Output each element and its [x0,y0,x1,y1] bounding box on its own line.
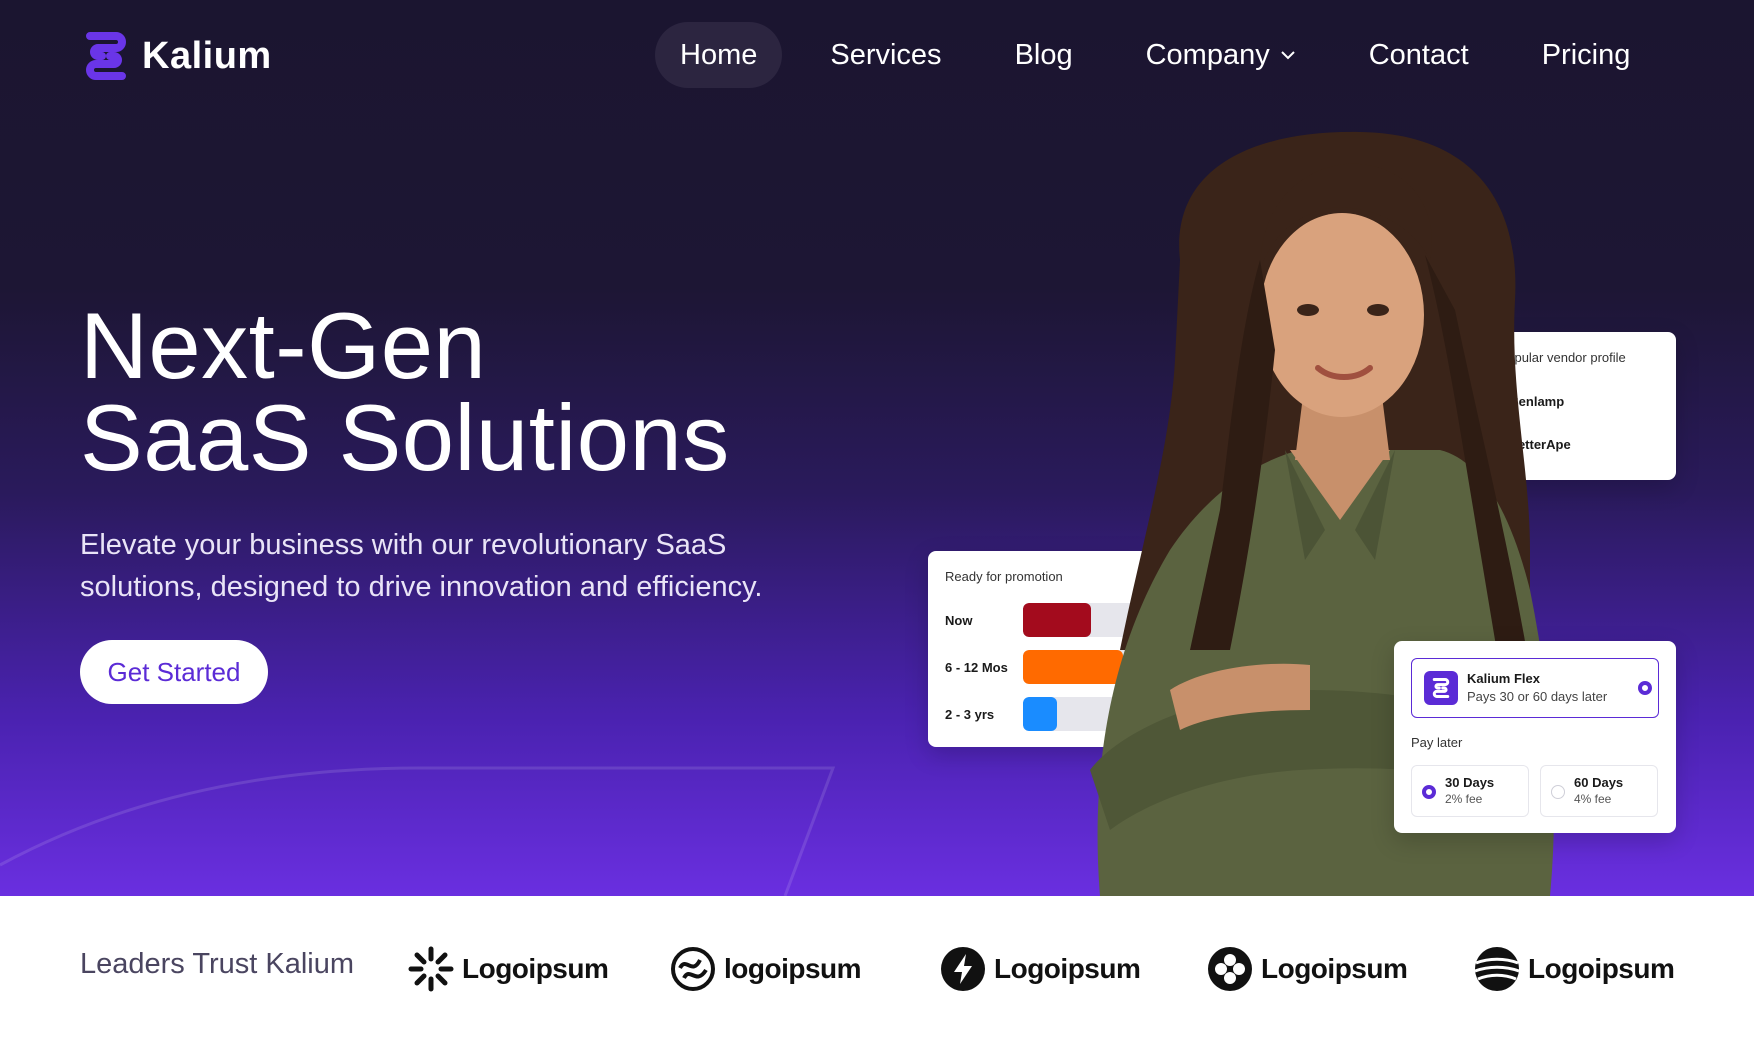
partner-logo: Logoipsum [1207,946,1408,992]
nav-label: Pricing [1541,39,1631,71]
partner-logo-text: Logoipsum [1261,953,1408,984]
main-nav: Home Services Blog Company Contact Prici… [655,22,1655,88]
partner-logo-text: Logoipsum [1528,953,1675,984]
nav-item-contact[interactable]: Contact [1344,22,1494,88]
radio-selected[interactable] [1638,681,1652,695]
wave-circle-icon [671,947,715,991]
option-fee: 2% fee [1445,792,1483,806]
nav-item-company[interactable]: Company [1121,22,1321,88]
partner-logo: Logoipsum [940,946,1141,992]
partner-logo-text: logoipsum [724,953,862,984]
promo-row-label: Now [945,613,973,628]
flex-plan-option[interactable]: Kalium Flex Pays 30 or 60 days later [1411,658,1659,718]
flex-plan-name: Kalium Flex [1467,671,1540,686]
nav-label: Company [1145,39,1270,71]
nav-item-home[interactable]: Home [655,22,783,88]
nav-item-pricing[interactable]: Pricing [1517,22,1656,88]
logo-text: Kalium [142,34,272,77]
hero-title: Next-Gen SaaS Solutions [80,293,730,490]
nav-item-blog[interactable]: Blog [990,22,1098,88]
globe-stripes-icon [1474,947,1520,991]
hero-title-line2: SaaS Solutions [80,385,730,490]
partner-logo-text: Logoipsum [462,953,609,984]
clover-circle-icon [1208,947,1252,991]
partner-logo: Logoipsum [1474,946,1675,992]
promo-row-label: 2 - 3 yrs [945,707,995,722]
option-30-days[interactable]: 30 Days 2% fee [1411,765,1529,817]
chevron-down-icon [1281,51,1295,60]
partner-logo-text: Logoipsum [994,953,1141,984]
get-started-button[interactable]: Get Started [80,640,268,704]
nav-label: Home [680,39,758,71]
radio-selected [1422,785,1436,799]
kalium-logo-icon [1424,671,1458,705]
nav-item-services[interactable]: Services [805,22,966,88]
hero-title-line1: Next-Gen [80,293,487,398]
option-60-days[interactable]: 60 Days 4% fee [1540,765,1658,817]
promo-card-title: Ready for promotion [945,569,1063,584]
option-title: 60 Days [1574,775,1624,790]
radio-unselected [1551,785,1565,799]
pay-later-label: Pay later [1411,735,1463,750]
promo-row-label: 6 - 12 Mos [945,660,1008,675]
trust-label: Leaders Trust Kalium [80,948,355,980]
hero-subtitle: Elevate your business with our revolutio… [80,529,763,603]
partner-logo: Logoipsum [408,946,609,992]
site-logo[interactable]: Kalium [80,32,272,80]
nav-label: Contact [1368,39,1469,71]
nav-label: Services [830,39,942,71]
promo-bar-fill [1023,697,1057,731]
kalium-flex-card: Kalium Flex Pays 30 or 60 days later Pay… [1394,641,1676,833]
bolt-circle-icon [941,947,985,991]
option-fee: 4% fee [1574,792,1612,806]
flex-plan-desc: Pays 30 or 60 days later [1467,689,1608,704]
kalium-logo-icon [86,32,126,80]
partner-logo: logoipsum [670,946,862,992]
option-title: 30 Days [1445,775,1495,790]
sunburst-icon [408,946,454,992]
hero-section: Kalium Home Services Blog Company Contac… [0,0,1754,896]
nav-label: Blog [1014,39,1073,71]
